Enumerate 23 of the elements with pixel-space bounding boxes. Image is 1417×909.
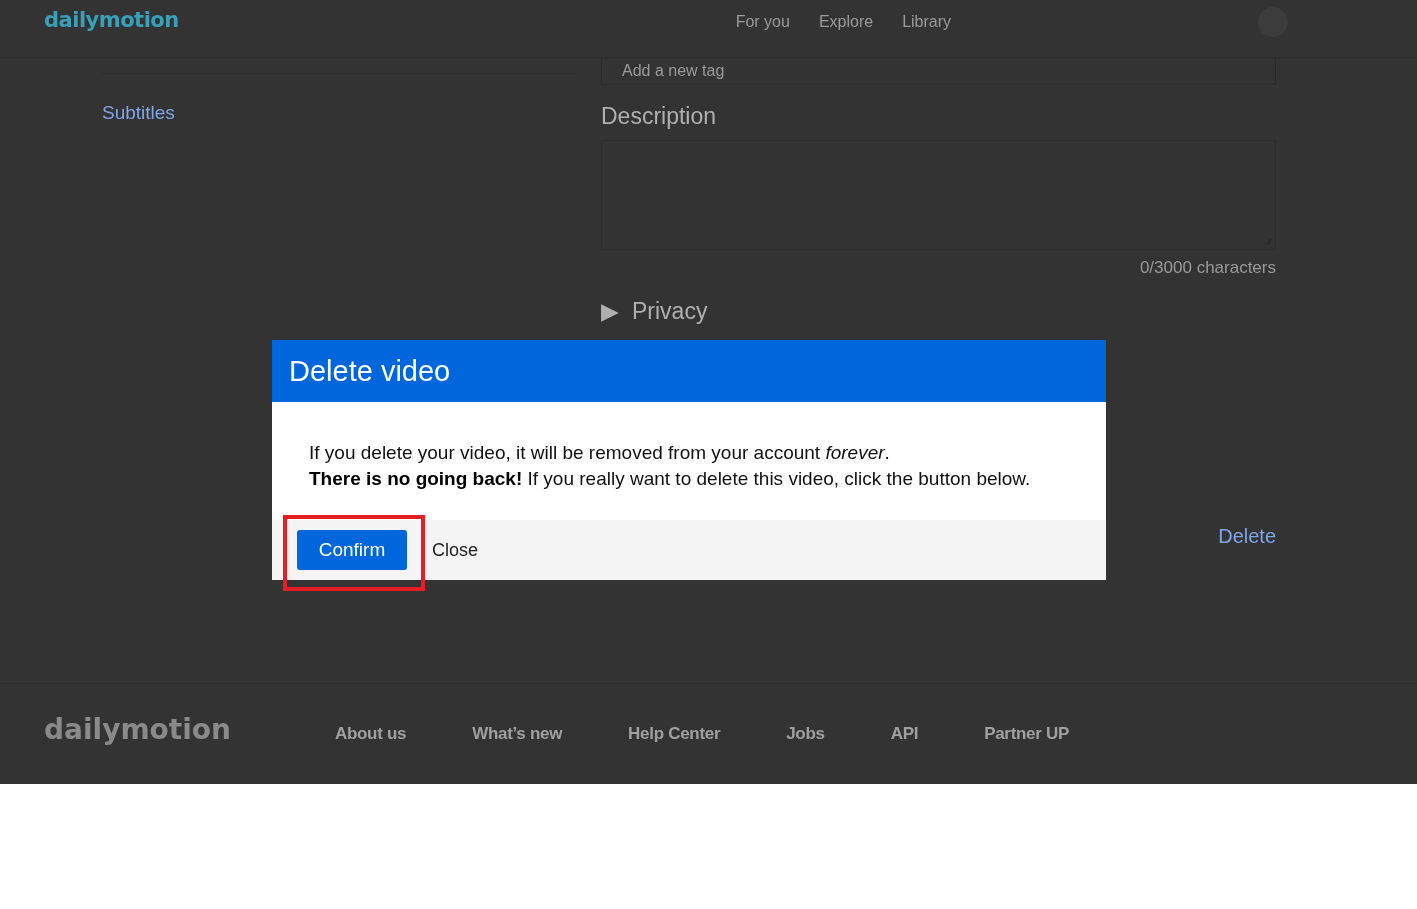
footer-link[interactable]: What’s new (472, 724, 563, 744)
sidebar-link[interactable]: Subtitles (102, 102, 575, 124)
nav-link[interactable]: For you (735, 12, 790, 31)
logo[interactable]: dailymotion (44, 7, 179, 32)
dialog-message: If you delete your video, it will be removed from your account forever. (309, 441, 891, 465)
tag-field[interactable]: Add a new tag (601, 58, 1276, 85)
confirm-button[interactable]: Confirm (297, 530, 407, 570)
footer-link[interactable]: Help Center (628, 724, 721, 744)
nav-link[interactable]: Library (902, 12, 952, 31)
expand-arrow-icon[interactable]: ▶ (601, 298, 619, 325)
footer-logo[interactable]: dailymotion (44, 712, 231, 746)
dialog-title: Delete video (272, 340, 1106, 402)
dialog-message: There is no going back! If you really want to delete this video, click the button below. (309, 467, 1032, 491)
section-toggle[interactable]: Privacy (632, 298, 708, 325)
nav-link[interactable]: Explore (818, 12, 874, 31)
character-counter: 0/3000 characters (1139, 258, 1276, 278)
footer-link[interactable]: About us (334, 724, 407, 744)
footer-link[interactable]: Partner UP (984, 724, 1070, 744)
footer-link[interactable]: Jobs (786, 724, 825, 744)
close-button[interactable]: Close (432, 539, 479, 561)
footer-link[interactable]: API (890, 724, 919, 744)
field-label: Description (601, 103, 718, 130)
delete-link[interactable]: Delete (1218, 525, 1276, 548)
